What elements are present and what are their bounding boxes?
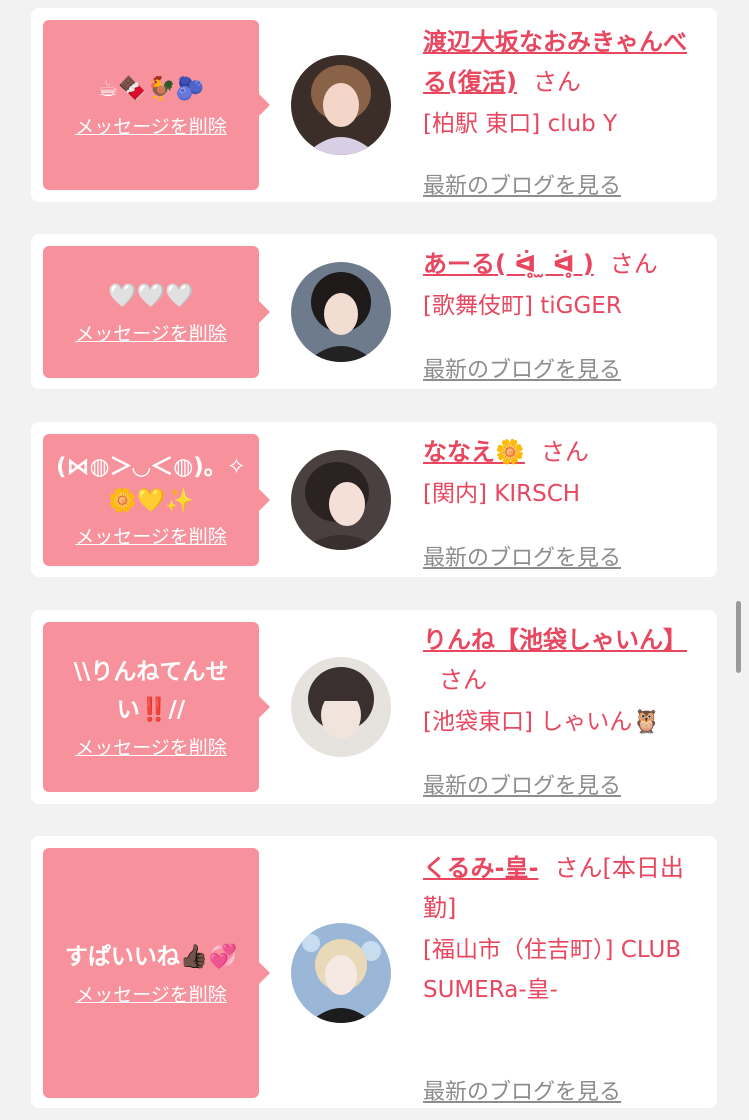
latest-blog-link[interactable]: 最新のブログを見る	[423, 168, 621, 200]
latest-blog-link[interactable]: 最新のブログを見る	[423, 540, 621, 572]
shop-label: [池袋東口] しゃいん🦉	[423, 709, 661, 735]
cast-info: りんね【池袋しゃいん】さん [池袋東口] しゃいん🦉 最新のブログを見る	[423, 620, 703, 799]
shop-label: [福山市（住吉町）] CLUB SUMERa-皇-	[423, 937, 682, 1003]
cast-name-link[interactable]: りんね【池袋しゃいん】	[423, 626, 687, 654]
message-text: ☕🍫🐓🫐	[97, 76, 205, 102]
message-bubble: (⋈◍＞◡＜◍)。✧ 🌼💛✨ メッセージを削除	[43, 434, 270, 566]
message-text: (⋈◍＞◡＜◍)。✧ 🌼💛✨	[55, 454, 247, 514]
delete-message-link[interactable]: メッセージを削除	[75, 321, 227, 347]
honorific: さん	[439, 666, 487, 694]
avatar[interactable]	[291, 55, 391, 155]
latest-blog-link[interactable]: 最新のブログを見る	[423, 352, 621, 384]
message-card: \\りんねてんせい‼️// メッセージを削除 りんね【池袋しゃいん】さん [池袋…	[31, 610, 717, 804]
delete-message-link[interactable]: メッセージを削除	[75, 114, 227, 140]
latest-blog-link[interactable]: 最新のブログを見る	[423, 1074, 621, 1106]
honorific: さん	[540, 438, 589, 466]
honorific: さん	[532, 68, 581, 96]
message-bubble: 🤍🤍🤍 メッセージを削除	[43, 246, 270, 378]
shop-label: [柏駅 東口] club Y	[423, 111, 618, 137]
message-card: すぱいいね👍🏿💞 メッセージを削除 くるみ-皇- さん[本日出勤] [福山市（住吉…	[31, 836, 717, 1108]
delete-message-link[interactable]: メッセージを削除	[75, 524, 227, 550]
delete-message-link[interactable]: メッセージを削除	[75, 735, 227, 761]
message-text: 🤍🤍🤍	[108, 283, 194, 309]
shop-label: [関内] KIRSCH	[423, 481, 581, 507]
avatar[interactable]	[291, 450, 391, 550]
avatar[interactable]	[291, 657, 391, 757]
scrollbar[interactable]	[736, 601, 741, 673]
message-bubble: \\りんねてんせい‼️// メッセージを削除	[43, 622, 270, 792]
honorific: さん	[554, 854, 603, 882]
message-text: \\りんねてんせい‼️//	[73, 659, 229, 723]
honorific: さん	[609, 250, 658, 278]
message-bubble: ☕🍫🐓🫐 メッセージを削除	[43, 20, 270, 190]
message-bubble: すぱいいね👍🏿💞 メッセージを削除	[43, 848, 270, 1098]
cast-name-link[interactable]: あーる( ᐛ̥ ̫ ᐛ̥ )	[423, 250, 594, 278]
cast-info: ななえ🌼 さん [関内] KIRSCH 最新のブログを見る	[423, 432, 703, 571]
avatar[interactable]	[291, 262, 391, 362]
delete-message-link[interactable]: メッセージを削除	[75, 982, 227, 1008]
cast-name-link[interactable]: ななえ🌼	[423, 438, 525, 466]
message-card: ☕🍫🐓🫐 メッセージを削除 渡辺大坂なおみきゃんべる(復活) さん [柏駅 東口]…	[31, 8, 717, 202]
cast-info: くるみ-皇- さん[本日出勤] [福山市（住吉町）] CLUB SUMERa-皇-…	[423, 848, 703, 1105]
cast-info: 渡辺大坂なおみきゃんべる(復活) さん [柏駅 東口] club Y 最新のブログ…	[423, 22, 703, 199]
shop-label: [歌舞伎町] tiGGER	[423, 293, 622, 319]
cast-name-link[interactable]: くるみ-皇-	[423, 854, 538, 882]
message-card: (⋈◍＞◡＜◍)。✧ 🌼💛✨ メッセージを削除 ななえ🌼 さん [関内] KIRS…	[31, 422, 717, 577]
latest-blog-link[interactable]: 最新のブログを見る	[423, 768, 621, 800]
avatar[interactable]	[291, 923, 391, 1023]
message-card: 🤍🤍🤍 メッセージを削除 あーる( ᐛ̥ ̫ ᐛ̥ ) さん [歌舞伎町] tiG…	[31, 234, 717, 389]
cast-info: あーる( ᐛ̥ ̫ ᐛ̥ ) さん [歌舞伎町] tiGGER 最新のブログを見る	[423, 244, 703, 383]
message-text: すぱいいね👍🏿💞	[64, 944, 238, 970]
